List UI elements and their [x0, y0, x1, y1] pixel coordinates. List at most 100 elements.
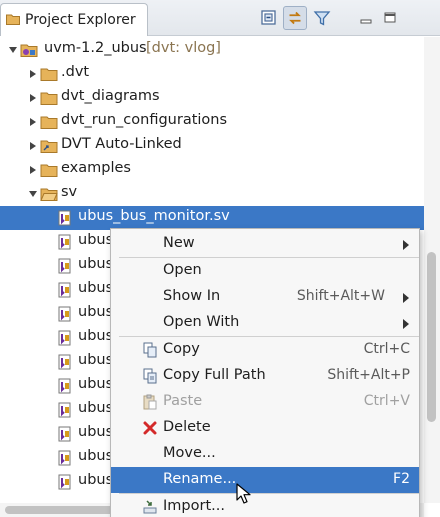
menu-item-label: Import... — [163, 498, 225, 514]
file-label: ubus — [78, 472, 114, 488]
menu-item-open-with[interactable]: Open With — [111, 310, 419, 336]
folder-icon — [40, 116, 58, 129]
menu-item-new[interactable]: New — [111, 231, 419, 257]
view-title: Project Explorer — [25, 12, 136, 28]
menu-shortcut: Shift+Alt+W — [296, 288, 385, 304]
submenu-arrow-icon — [403, 240, 409, 250]
folder-icon — [40, 92, 58, 105]
project-icon — [20, 44, 38, 57]
sv-file-icon — [58, 474, 71, 490]
filter-icon[interactable] — [312, 8, 332, 28]
file-label: ubus — [78, 400, 114, 416]
open-folder-icon — [40, 188, 58, 201]
menu-shortcut: F2 — [393, 471, 410, 487]
tab-project-explorer[interactable]: Project Explorer — [0, 3, 148, 36]
folder-icon — [6, 14, 20, 25]
vertical-scroll-thumb[interactable] — [427, 252, 436, 422]
menu-item-import[interactable]: Import... — [111, 494, 419, 517]
file-label: ubus_bus_monitor.sv — [78, 208, 230, 224]
tree-item-folder[interactable]: .dvt — [0, 62, 424, 86]
chevron-right-icon[interactable] — [28, 165, 38, 175]
tree-item-folder[interactable]: dvt_diagrams — [0, 86, 424, 110]
linked-folder-icon — [40, 140, 58, 153]
file-label: ubus — [78, 424, 114, 440]
menu-item-delete[interactable]: Delete — [111, 415, 419, 441]
folder-icon — [40, 68, 58, 81]
sv-file-icon — [58, 426, 71, 442]
project-name: uvm-1.2_ubus — [44, 40, 147, 56]
sv-file-icon — [58, 282, 71, 298]
mouse-cursor-icon — [236, 483, 251, 504]
file-label: ubus — [78, 376, 114, 392]
import-icon — [143, 500, 157, 514]
menu-item-label: Copy Full Path — [163, 367, 266, 383]
menu-item-copy[interactable]: Copy Ctrl+C — [111, 337, 419, 363]
link-with-editor-icon[interactable] — [283, 6, 307, 30]
maximize-icon[interactable] — [380, 8, 400, 28]
file-label: ubus — [78, 280, 114, 296]
tree-item-folder[interactable]: examples — [0, 158, 424, 182]
menu-item-label: Move... — [163, 445, 216, 461]
menu-item-copy-full-path[interactable]: Copy Full Path Shift+Alt+P — [111, 363, 419, 389]
menu-item-label: Show In — [163, 288, 221, 304]
menu-item-label: Delete — [163, 419, 211, 435]
sv-file-icon — [58, 378, 71, 394]
copy-icon — [143, 342, 157, 358]
vertical-scrollbar[interactable] — [424, 37, 440, 503]
menu-item-paste: Paste Ctrl+V — [111, 389, 419, 415]
menu-shortcut: Shift+Alt+P — [327, 367, 410, 383]
sv-file-icon — [58, 306, 71, 322]
paste-icon — [143, 394, 157, 410]
file-label: ubus — [78, 256, 114, 272]
delete-icon — [143, 421, 157, 435]
sv-file-icon — [58, 402, 71, 418]
file-label: ubus — [78, 328, 114, 344]
menu-shortcut: Ctrl+V — [363, 393, 410, 409]
file-label: ubus — [78, 448, 114, 464]
file-label: ubus — [78, 352, 114, 368]
folder-label: sv — [61, 184, 78, 200]
menu-item-show-in[interactable]: Show In Shift+Alt+W — [111, 284, 419, 310]
sv-file-icon — [58, 258, 71, 274]
menu-item-rename[interactable]: Rename... F2 — [111, 467, 419, 493]
menu-item-label: Paste — [163, 393, 203, 409]
collapse-all-icon[interactable] — [259, 8, 279, 28]
chevron-right-icon[interactable] — [28, 69, 38, 79]
folder-label: dvt_diagrams — [61, 88, 160, 104]
menu-item-label: Open With — [163, 314, 240, 330]
chevron-down-icon[interactable] — [8, 45, 18, 55]
chevron-right-icon[interactable] — [28, 117, 38, 127]
folder-label: examples — [61, 160, 131, 176]
minimize-icon[interactable] — [356, 8, 376, 28]
menu-shortcut: Ctrl+C — [363, 341, 410, 357]
tree-item-project[interactable]: uvm-1.2_ubus [dvt: vlog] — [0, 38, 424, 62]
file-label: ubus — [78, 304, 114, 320]
tree-item-folder[interactable]: DVT Auto-Linked — [0, 134, 424, 158]
folder-label: dvt_run_configurations — [61, 112, 228, 128]
menu-item-label: Open — [163, 262, 202, 278]
tree-item-folder[interactable]: dvt_run_configurations — [0, 110, 424, 134]
context-menu: New Open Show In Shift+Alt+W Open With C… — [110, 228, 420, 517]
folder-label: .dvt — [61, 64, 90, 80]
sv-file-icon — [58, 354, 71, 370]
sv-file-icon — [58, 234, 71, 250]
submenu-arrow-icon — [403, 319, 409, 329]
folder-icon — [40, 164, 58, 177]
copy-path-icon — [143, 368, 157, 384]
folder-label: DVT Auto-Linked — [61, 136, 182, 152]
tree-item-folder-sv[interactable]: sv — [0, 182, 424, 206]
tree-item-file-selected[interactable]: ubus_bus_monitor.sv — [0, 206, 424, 230]
chevron-down-icon[interactable] — [28, 189, 38, 199]
menu-item-label: New — [163, 235, 195, 251]
chevron-right-icon[interactable] — [28, 93, 38, 103]
sv-file-icon — [58, 450, 71, 466]
menu-item-open[interactable]: Open — [111, 258, 419, 284]
view-title-bar: Project Explorer — [0, 0, 440, 36]
chevron-right-icon[interactable] — [28, 141, 38, 151]
menu-item-label: Rename... — [163, 471, 237, 487]
project-decoration: [dvt: vlog] — [146, 40, 221, 56]
file-label: ubus — [78, 232, 114, 248]
menu-item-label: Copy — [163, 341, 200, 357]
menu-item-move[interactable]: Move... — [111, 441, 419, 467]
sv-file-icon — [58, 330, 71, 346]
